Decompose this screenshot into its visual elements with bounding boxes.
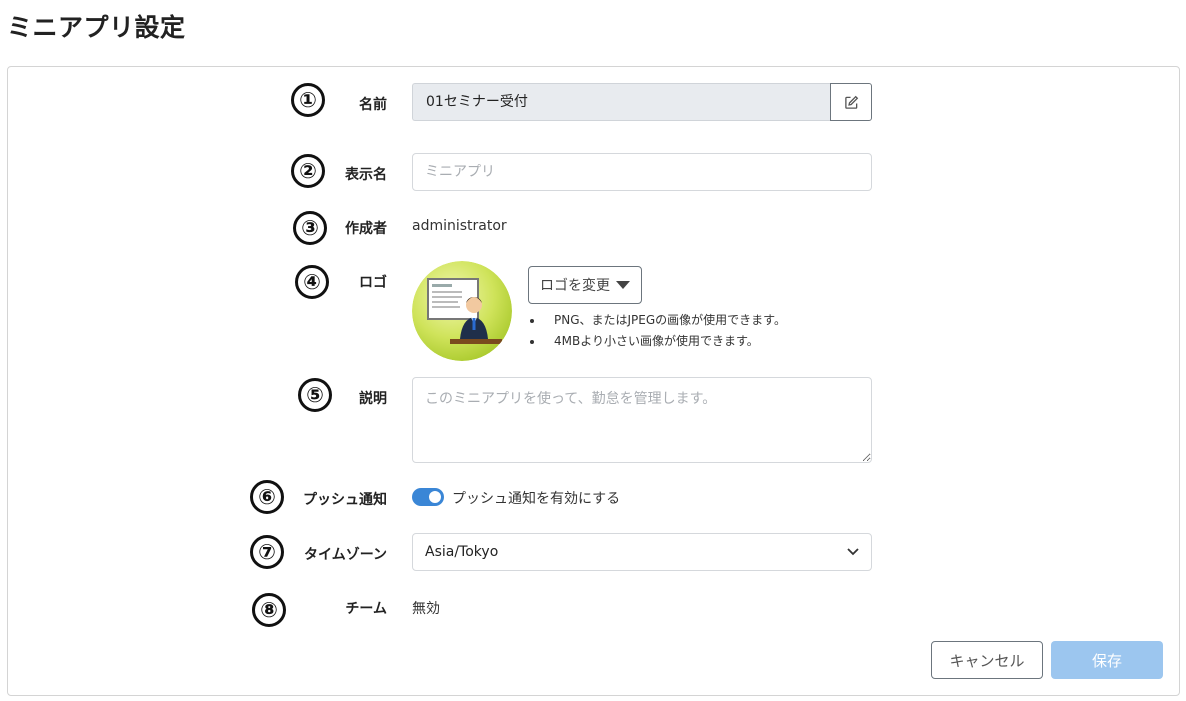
toggle-knob <box>429 491 441 503</box>
timezone-select[interactable]: Asia/Tokyo <box>412 533 872 571</box>
name-label: 名前 <box>359 97 387 113</box>
page-title: ミニアプリ設定 <box>7 13 186 42</box>
creator-value: administrator <box>412 218 507 234</box>
description-label: 説明 <box>359 391 387 407</box>
display-name-input[interactable] <box>412 153 872 191</box>
chevron-down-icon <box>847 534 859 584</box>
logo-notes: PNG、またはJPEGの画像が使用できます。 4MBより小さい画像が使用できます… <box>540 312 786 354</box>
logo-note: 4MBより小さい画像が使用できます。 <box>544 333 786 349</box>
marker-2: ② <box>291 154 325 188</box>
team-label: チーム <box>345 601 387 617</box>
timezone-label: タイムゾーン <box>303 547 387 563</box>
push-label: プッシュ通知 <box>303 492 387 508</box>
description-textarea[interactable] <box>412 377 872 463</box>
push-toggle-label[interactable]: プッシュ通知を有効にする <box>452 488 620 508</box>
logo-label: ロゴ <box>359 275 387 291</box>
caret-down-icon <box>616 281 630 289</box>
team-value: 無効 <box>412 601 440 617</box>
edit-name-button[interactable] <box>830 83 872 121</box>
push-toggle[interactable] <box>412 488 444 506</box>
logo-note: PNG、またはJPEGの画像が使用できます。 <box>544 312 786 328</box>
timezone-value: Asia/Tokyo <box>425 544 499 560</box>
creator-label: 作成者 <box>345 221 387 237</box>
marker-6: ⑥ <box>250 480 284 514</box>
save-button[interactable]: 保存 <box>1051 641 1163 679</box>
marker-1: ① <box>291 83 325 117</box>
marker-4: ④ <box>295 265 329 299</box>
display-name-label: 表示名 <box>345 167 387 183</box>
change-logo-button[interactable]: ロゴを変更 <box>528 266 642 304</box>
app-logo <box>412 261 512 361</box>
name-field: 01セミナー受付 <box>412 83 831 121</box>
cancel-button[interactable]: キャンセル <box>931 641 1043 679</box>
marker-5: ⑤ <box>298 378 332 412</box>
edit-icon <box>844 95 858 109</box>
marker-3: ③ <box>293 211 327 245</box>
change-logo-label: ロゴを変更 <box>540 278 610 294</box>
marker-7: ⑦ <box>250 535 284 569</box>
marker-8: ⑧ <box>252 593 286 627</box>
